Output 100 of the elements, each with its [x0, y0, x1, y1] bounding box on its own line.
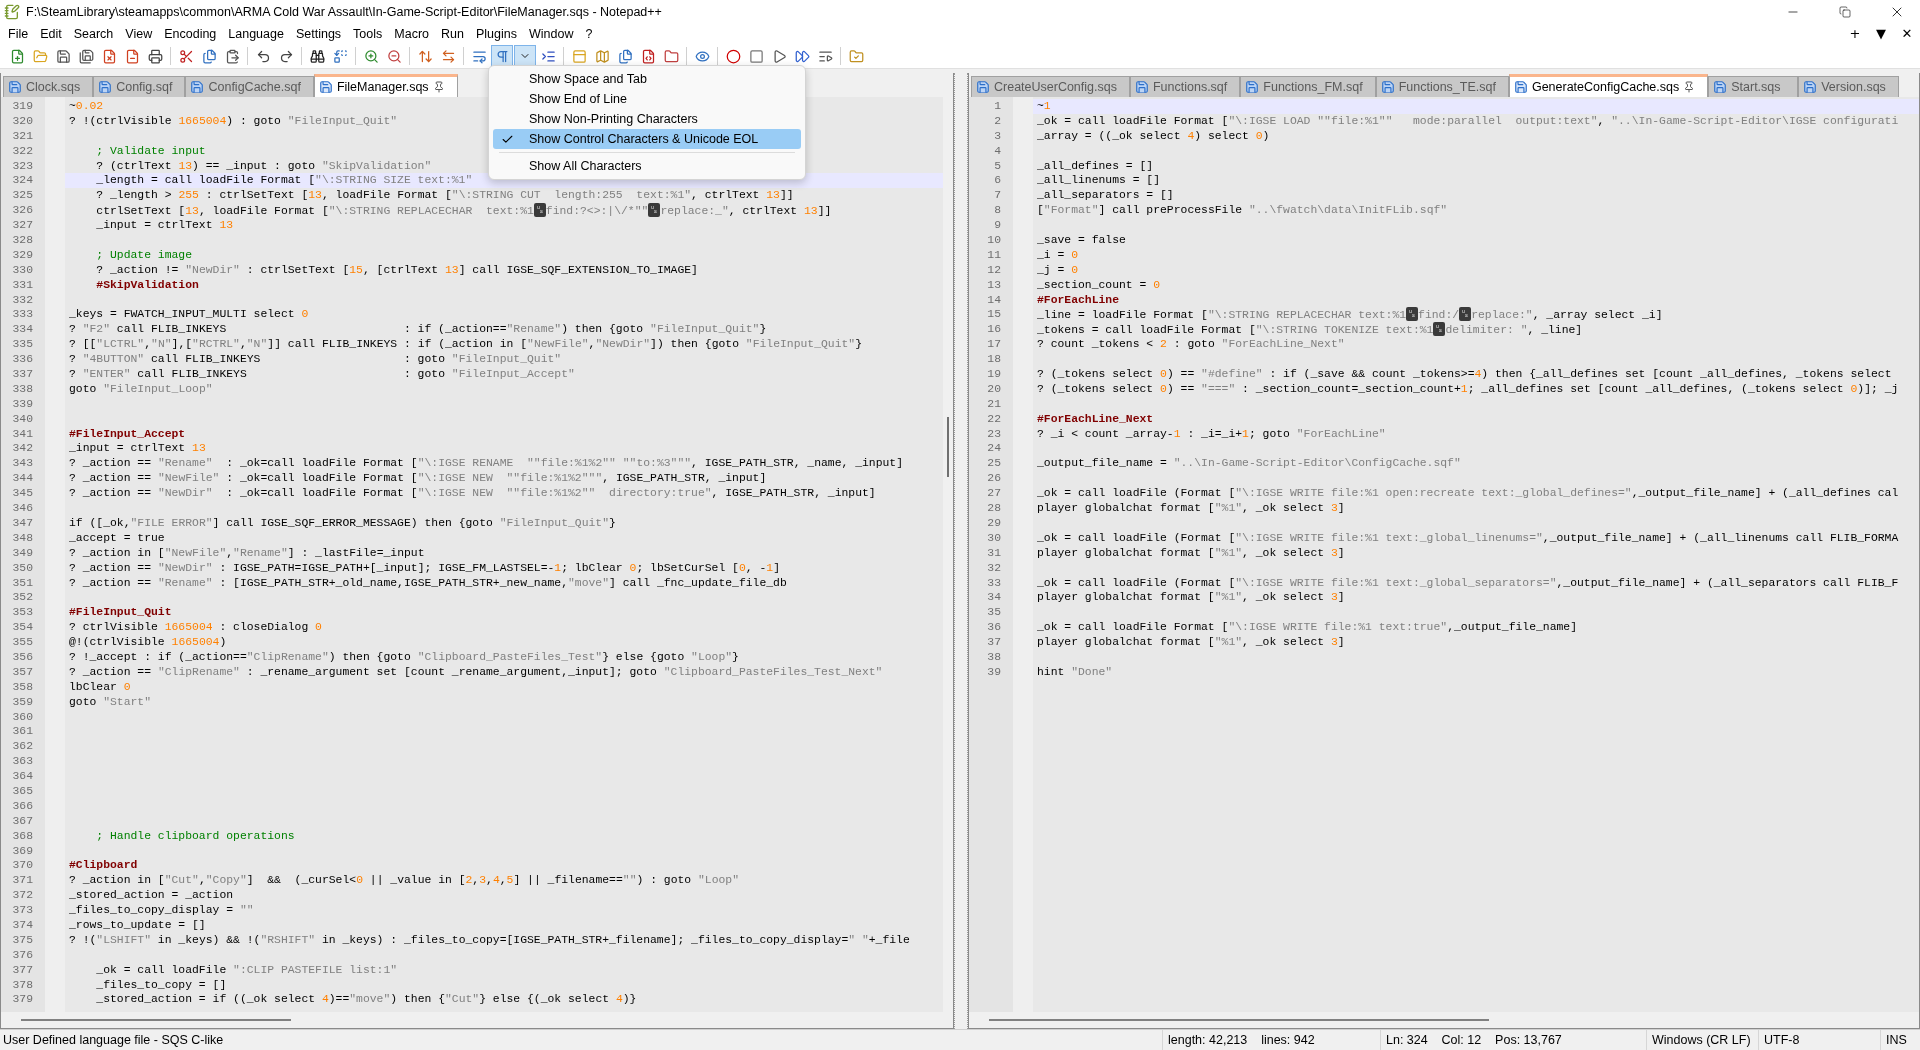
- horizontal-scrollbar[interactable]: [969, 1012, 1919, 1028]
- line-number: 35: [987, 605, 1001, 621]
- menu-item[interactable]: Window: [522, 24, 580, 43]
- line-number: 320: [12, 113, 33, 129]
- line-number: 4: [994, 143, 1001, 159]
- show-symbol-button[interactable]: [491, 45, 513, 67]
- line-number: 38: [987, 649, 1001, 665]
- code-line: #ForEachLine_Next: [1037, 412, 1154, 425]
- code-line: hint "Done": [1037, 665, 1113, 678]
- pane-splitter[interactable]: [954, 73, 968, 1029]
- code-line: _all_defines = []: [1037, 159, 1154, 172]
- line-number: 377: [12, 962, 33, 978]
- menu-item[interactable]: Search: [67, 24, 120, 43]
- line-number: 373: [12, 903, 33, 918]
- file-tab[interactable]: Version.sqs: [1798, 76, 1899, 97]
- menu-item[interactable]: Plugins: [469, 24, 523, 43]
- word-wrap-icon: [471, 48, 487, 64]
- line-number: 357: [12, 664, 33, 680]
- folder-icon: [663, 48, 679, 64]
- file-tab[interactable]: Functions_FM.sqf: [1240, 76, 1376, 97]
- status-text: Windows (CR LF): [1646, 1030, 1758, 1050]
- menu-option[interactable]: Show End of Line: [493, 89, 801, 109]
- status-text: length: 42,213 lines: 942: [1162, 1030, 1380, 1050]
- indent-guide-icon: [540, 48, 556, 64]
- code-line: _all_linenums = []: [1037, 174, 1161, 187]
- menu-item[interactable]: Settings: [289, 24, 348, 43]
- line-number: 358: [12, 679, 33, 695]
- menu-item[interactable]: Run: [435, 24, 470, 43]
- code-line: ? [["LCTRL","N"],["RCTRL","N"]] call FLIB_INKEYS : if (_action in ["NewFile","NewDir"]) then {goto "FileInput_Quit"}: [69, 338, 863, 351]
- code-line: ? _action == "ClipRename" : _rename_argument set [count _rename_argument,_input]; goto "Clipboard_PasteFiles_Test_Next": [69, 665, 883, 678]
- menu-item[interactable]: Encoding: [158, 24, 223, 43]
- stop-icon: [748, 48, 764, 64]
- code-line: _array = ((_ok select 4) select 0): [1037, 129, 1270, 142]
- code-line: _j = 0: [1037, 263, 1078, 276]
- menu-option[interactable]: Show Non-Printing Characters: [493, 109, 801, 129]
- document-control[interactable]: +: [1842, 24, 1868, 43]
- menu-item[interactable]: Tools: [347, 24, 389, 43]
- save-icon: [55, 48, 71, 64]
- file-tab[interactable]: CreateUserConfig.sqs: [971, 76, 1130, 97]
- line-number: 334: [12, 322, 33, 338]
- line-number: 348: [12, 530, 33, 546]
- line-number: 33: [987, 575, 1001, 591]
- window-title: F:\SteamLibrary\steamapps\common\ARMA Cold War Assault\In-Game-Script-Editor\FileManager.sqs - Notepad++: [26, 5, 663, 19]
- line-number: 20: [987, 381, 1001, 397]
- dropdown-arrow-button[interactable]: [514, 45, 536, 67]
- menu-option[interactable]: Show Space and Tab: [493, 69, 801, 89]
- line-number: 331: [12, 277, 33, 293]
- code-line: _files_to_copy = []: [95, 978, 227, 991]
- document-control[interactable]: ▼: [1868, 24, 1894, 43]
- line-number: 353: [12, 605, 33, 621]
- code-line: ? _length > 255 : ctrlSetText [13, loadFile Format ["\:STRING CUT length:255 text:%1", ctrlText 13]]: [95, 189, 794, 202]
- line-number: 17: [987, 337, 1001, 353]
- file-tab[interactable]: Clock.sqs: [3, 76, 94, 97]
- zoom-in-icon: [363, 48, 379, 64]
- line-number: 321: [12, 128, 33, 144]
- menu-item[interactable]: File: [2, 24, 35, 43]
- code-line: _section_count = 0: [1037, 278, 1161, 291]
- menu-item[interactable]: View: [119, 24, 159, 43]
- line-number: 8: [994, 203, 1001, 219]
- file-tab[interactable]: Config.sqf: [93, 76, 186, 97]
- line-number: 343: [12, 456, 33, 472]
- code-line: ? "ENTER" call FLIB_INKEYS : goto "FileInput_Accept": [69, 368, 575, 381]
- file-tab[interactable]: Functions_TE.sqf: [1375, 76, 1509, 97]
- menu-item[interactable]: Edit: [34, 24, 68, 43]
- cut-icon: [178, 48, 194, 64]
- play-icon: [771, 48, 787, 64]
- menu-item[interactable]: Language: [222, 24, 290, 43]
- pin-icon[interactable]: [432, 81, 445, 93]
- horizontal-scrollbar[interactable]: [1, 1012, 953, 1028]
- menu-item[interactable]: Macro: [388, 24, 436, 43]
- file-tab[interactable]: ConfigCache.sqf: [185, 76, 314, 97]
- line-number: 24: [987, 441, 1001, 457]
- code-line: _rows_to_update = []: [69, 919, 206, 931]
- code-line: _line = loadFile Format ["\:STRING REPLACECHAR text:%1␟find:/␟replace:", _array select _i]: [1037, 309, 1663, 322]
- line-number: 9: [994, 218, 1001, 233]
- menu-option[interactable]: Show Control Characters & Unicode EOL: [493, 129, 801, 149]
- file-tab[interactable]: FileManager.sqs: [313, 74, 458, 97]
- file-tab[interactable]: Start.sqs: [1708, 76, 1799, 97]
- code-line: goto "Start": [69, 695, 152, 708]
- line-number: 327: [12, 218, 33, 233]
- document-control[interactable]: ✕: [1894, 24, 1920, 43]
- pin-icon[interactable]: [1683, 81, 1696, 93]
- file-tab[interactable]: Functions.sqf: [1129, 76, 1241, 97]
- menu-option[interactable]: Show All Characters: [493, 156, 801, 176]
- code-line: ? (_tokens select 0) == "===" : _section_count=_section_count+1; _all_defines set [count _all_defines, (_tokens select 0)]; _j: [1037, 382, 1899, 395]
- file-tab[interactable]: GenerateConfigCache.sqs: [1508, 74, 1709, 97]
- line-number: 32: [987, 560, 1001, 576]
- menu-item[interactable]: ?: [579, 24, 599, 43]
- line-number: 337: [12, 367, 33, 382]
- code-line: player globalchat format ["%1", _ok select 3]: [1037, 591, 1345, 604]
- line-number: 365: [12, 783, 33, 799]
- code-line: ; Validate input: [95, 144, 206, 157]
- line-number: 13: [987, 277, 1001, 293]
- code-line: _ok = call loadFile (Format ["\:IGSE WRITE file:%1 text:_global_separators=",_output_file_name] + (_all_separators call FLIB_F: [1037, 576, 1899, 589]
- print-icon: [147, 48, 163, 64]
- undo-icon: [255, 48, 271, 64]
- code-line: ? "4BUTTON" call FLIB_INKEYS : goto "FileInput_Quit": [69, 353, 562, 366]
- line-number: 347: [12, 515, 33, 531]
- line-number: 344: [12, 471, 33, 487]
- code-line: _ok = call loadFile ":CLIP PASTEFILE list:1": [95, 963, 398, 976]
